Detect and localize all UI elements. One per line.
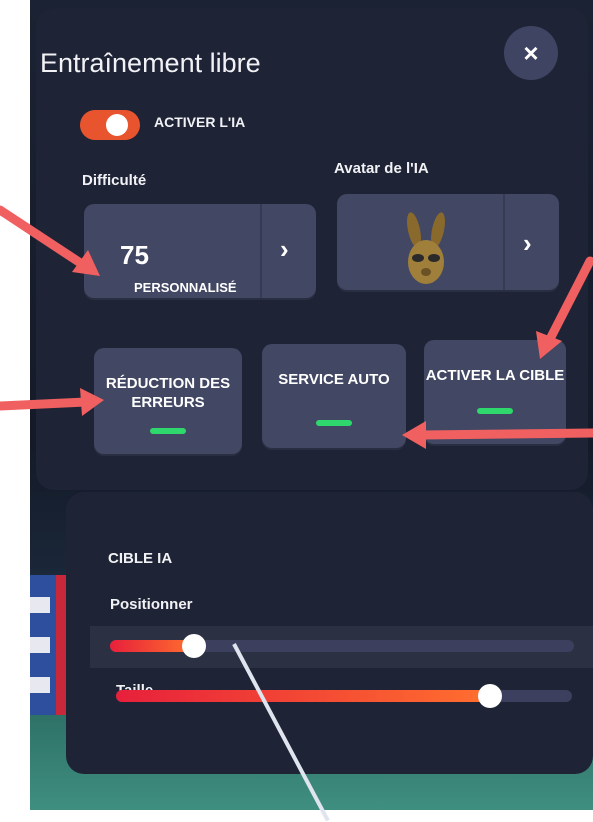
enabled-indicator xyxy=(150,428,186,434)
position-slider-row xyxy=(90,626,593,668)
rabbit-avatar-icon xyxy=(407,212,445,284)
avatar-label: Avatar de l'IA xyxy=(334,160,429,177)
target-title: CIBLE IA xyxy=(108,550,173,567)
position-slider-fill xyxy=(110,640,194,652)
position-label: Positionner xyxy=(110,596,193,613)
option-auto-serve[interactable]: SERVICE AUTO xyxy=(262,344,406,448)
difficulty-mode: PERSONNALISÉ xyxy=(134,280,237,295)
close-button[interactable]: × xyxy=(504,26,558,80)
size-slider-fill xyxy=(116,690,490,702)
option-label: RÉDUCTION DES ERREURS xyxy=(105,375,231,411)
enabled-indicator xyxy=(316,420,352,426)
position-slider-thumb[interactable] xyxy=(181,634,206,658)
enabled-indicator xyxy=(477,408,513,414)
size-slider[interactable] xyxy=(116,684,572,708)
size-slider-thumb[interactable] xyxy=(477,684,502,708)
avatar-selector[interactable]: › xyxy=(337,194,559,290)
ai-toggle[interactable] xyxy=(80,110,140,140)
chevron-right-icon[interactable]: › xyxy=(523,228,532,259)
chevron-right-icon[interactable]: › xyxy=(280,234,289,265)
difficulty-selector[interactable]: 75 PERSONNALISÉ › xyxy=(84,204,316,298)
panel-title: Entraînement libre xyxy=(40,48,261,78)
position-slider[interactable] xyxy=(110,634,574,658)
option-error-reduction[interactable]: RÉDUCTION DES ERREURS xyxy=(94,348,242,454)
difficulty-value: 75 xyxy=(120,240,149,270)
close-icon: × xyxy=(523,37,539,68)
option-enable-target[interactable]: ACTIVER LA CIBLE xyxy=(424,340,566,444)
option-label: SERVICE AUTO xyxy=(278,371,390,388)
toggle-knob xyxy=(106,114,128,136)
difficulty-label: Difficulté xyxy=(82,172,147,189)
option-label: ACTIVER LA CIBLE xyxy=(425,367,565,384)
ai-toggle-label: ACTIVER L'IA xyxy=(154,114,246,130)
